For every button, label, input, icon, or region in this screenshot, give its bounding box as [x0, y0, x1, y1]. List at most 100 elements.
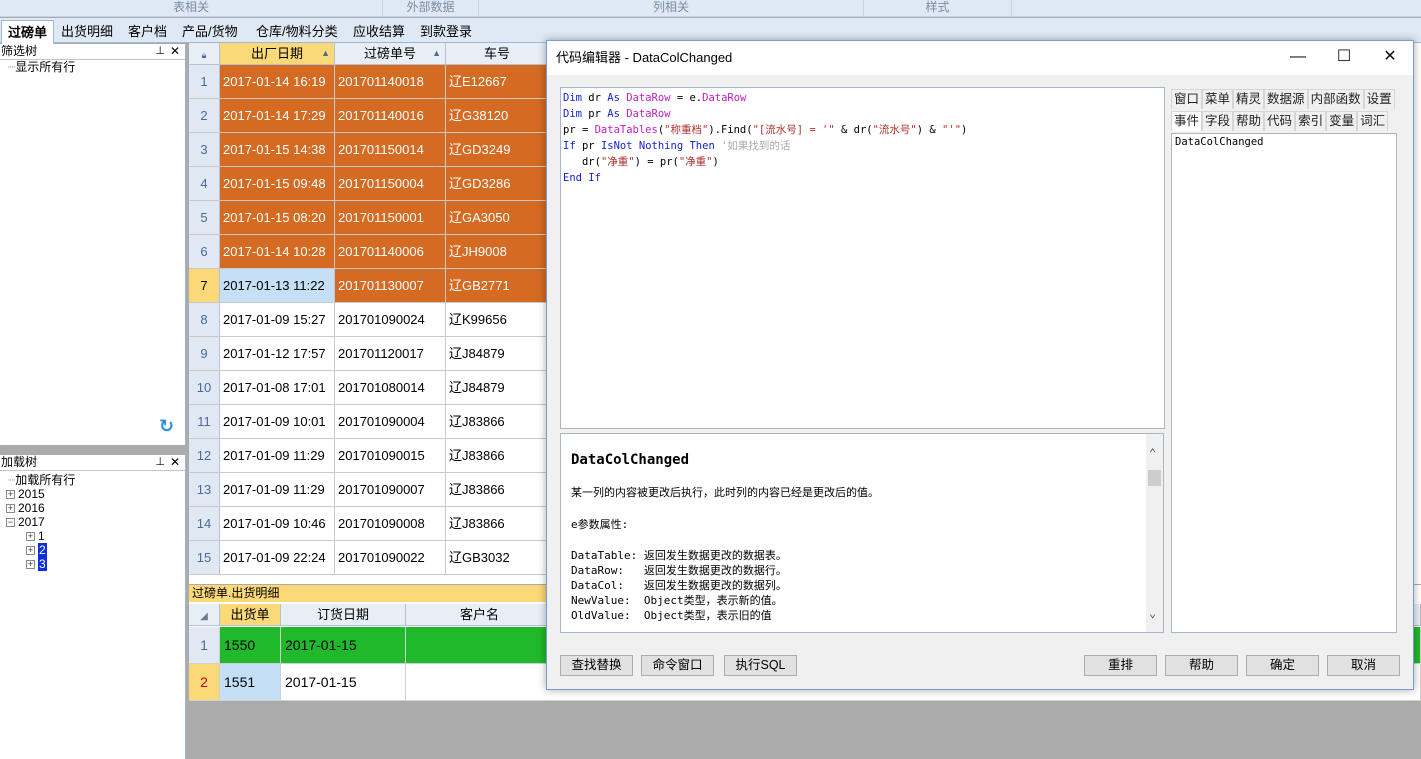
row-number[interactable]: 9 — [189, 337, 220, 371]
cell-date[interactable]: 2017-01-15 09:48 — [220, 167, 335, 201]
cell-bill-no[interactable]: 201701090008 — [335, 507, 446, 541]
cell-car-no[interactable]: 辽J83866 — [446, 473, 549, 507]
cell-bill-no[interactable]: 201701090022 — [335, 541, 446, 575]
tab-payment[interactable]: 到款登录 — [414, 20, 478, 43]
grid-corner[interactable]: 🔒︎ — [189, 43, 220, 65]
cell-bill-no[interactable]: 201701150014 — [335, 133, 446, 167]
tab-datasource[interactable]: 数据源 — [1264, 89, 1308, 109]
chevron-up-icon[interactable]: ⌃ — [1149, 446, 1156, 460]
row-number[interactable]: 13 — [189, 473, 220, 507]
row-number[interactable]: 5 — [189, 201, 220, 235]
table-row[interactable]: 3 2017-01-15 14:38 201701150014 辽GD3249 — [189, 133, 549, 167]
tab-product[interactable]: 产品/货物 — [176, 20, 244, 43]
list-item[interactable]: DataColChanged — [1175, 136, 1393, 148]
execute-sql-button[interactable]: 执行SQL — [724, 655, 797, 676]
reorder-button[interactable]: 重排 — [1084, 655, 1157, 676]
maximize-icon[interactable]: ☐ — [1321, 41, 1367, 75]
cell-car-no[interactable]: 辽GB2771 — [446, 269, 549, 303]
row-number[interactable]: 4 — [189, 167, 220, 201]
tab-weigh-bill[interactable]: 过磅单 — [1, 20, 55, 44]
cell-car-no[interactable]: 辽K99656 — [446, 303, 549, 337]
cell-car-no[interactable]: 辽JH9008 — [446, 235, 549, 269]
tab-shipment-detail[interactable]: 出货明细 — [55, 20, 119, 43]
tree-node-2015[interactable]: +2015 — [0, 487, 185, 501]
close-icon[interactable]: ✕ — [1367, 41, 1413, 75]
column-header-date[interactable]: 出厂日期 ▲ — [220, 43, 335, 65]
table-row[interactable]: 14 2017-01-09 10:46 201701090008 辽J83866 — [189, 507, 549, 541]
tab-code[interactable]: 代码 — [1264, 111, 1296, 131]
cell-car-no[interactable]: 辽J84879 — [446, 371, 549, 405]
table-row[interactable]: 4 2017-01-15 09:48 201701150004 辽GD3286 — [189, 167, 549, 201]
expand-icon[interactable]: + — [26, 532, 35, 542]
table-row[interactable]: 5 2017-01-15 08:20 201701150001 辽GA3050 — [189, 201, 549, 235]
cell-car-no[interactable]: 辽GD3286 — [446, 167, 549, 201]
cell-date[interactable]: 2017-01-12 17:57 — [220, 337, 335, 371]
vertical-scrollbar[interactable] — [1413, 43, 1421, 584]
cell-bill-no[interactable]: 201701090024 — [335, 303, 446, 337]
table-row[interactable]: 11 2017-01-09 10:01 201701090004 辽J83866 — [189, 405, 549, 439]
cell-date[interactable]: 2017-01-13 11:22 — [220, 269, 335, 303]
tree-node-2016[interactable]: +2016 — [0, 501, 185, 515]
tab-receivable[interactable]: 应收结算 — [347, 20, 411, 43]
dialog-title-bar[interactable]: 代码编辑器 - DataColChanged — ☐ ✕ — [547, 41, 1413, 75]
row-number[interactable]: 14 — [189, 507, 220, 541]
table-row[interactable]: 1 2017-01-14 16:19 201701140018 辽E12667 — [189, 65, 549, 99]
row-number[interactable]: 3 — [189, 133, 220, 167]
cell-date[interactable]: 2017-01-09 11:29 — [220, 439, 335, 473]
cell-bill-no[interactable]: 201701120017 — [335, 337, 446, 371]
close-icon[interactable]: ✕ — [170, 44, 180, 59]
cell-bill-no[interactable]: 201701090007 — [335, 473, 446, 507]
cell-car-no[interactable]: 辽GA3050 — [446, 201, 549, 235]
cell-order-date[interactable]: 2017-01-15 — [281, 627, 406, 664]
ok-button[interactable]: 确定 — [1246, 655, 1319, 676]
row-number[interactable]: 7 — [189, 269, 220, 303]
cell-date[interactable]: 2017-01-09 11:29 — [220, 473, 335, 507]
cell-bill-no[interactable]: 201701140016 — [335, 99, 446, 133]
tab-menu[interactable]: 菜单 — [1202, 89, 1234, 109]
expand-icon[interactable]: + — [26, 560, 35, 570]
code-editor[interactable]: Dim dr As DataRow = e.DataRow Dim pr As … — [560, 87, 1165, 429]
table-row[interactable]: 13 2017-01-09 11:29 201701090007 辽J83866 — [189, 473, 549, 507]
cell-bill-no[interactable]: 201701150004 — [335, 167, 446, 201]
row-number[interactable]: 10 — [189, 371, 220, 405]
cell-car-no[interactable]: 辽G38120 — [446, 99, 549, 133]
pin-icon[interactable]: ⊥ — [155, 455, 165, 470]
cell-date[interactable]: 2017-01-09 10:46 — [220, 507, 335, 541]
expand-icon[interactable]: + — [6, 490, 15, 500]
table-row[interactable]: 12 2017-01-09 11:29 201701090015 辽J83866 — [189, 439, 549, 473]
cell-date[interactable]: 2017-01-15 14:38 — [220, 133, 335, 167]
tree-node-all-rows[interactable]: ┈显示所有行 — [0, 60, 185, 74]
table-row[interactable]: 7 2017-01-13 11:22 201701130007 辽GB2771 — [189, 269, 549, 303]
row-number[interactable]: 6 — [189, 235, 220, 269]
tree-node-month-3[interactable]: +3 — [0, 557, 185, 571]
cell-shipment[interactable]: 1550 — [220, 627, 281, 664]
cell-date[interactable]: 2017-01-08 17:01 — [220, 371, 335, 405]
table-row[interactable]: 8 2017-01-09 15:27 201701090024 辽K99656 — [189, 303, 549, 337]
row-number[interactable]: 2 — [189, 664, 220, 701]
cell-bill-no[interactable]: 201701080014 — [335, 371, 446, 405]
command-window-button[interactable]: 命令窗口 — [641, 655, 714, 676]
cell-car-no[interactable]: 辽GD3249 — [446, 133, 549, 167]
expand-icon[interactable]: + — [26, 546, 35, 556]
detail-column-order-date[interactable]: 订货日期 — [281, 604, 406, 626]
tab-index[interactable]: 索引 — [1295, 111, 1327, 131]
cell-date[interactable]: 2017-01-14 10:28 — [220, 235, 335, 269]
close-icon[interactable]: ✕ — [170, 455, 180, 470]
help-scrollbar[interactable]: ⌃ ⌄ — [1146, 434, 1163, 632]
tab-customer[interactable]: 客户档 — [122, 20, 173, 43]
table-row[interactable]: 10 2017-01-08 17:01 201701080014 辽J84879 — [189, 371, 549, 405]
scroll-thumb[interactable] — [1148, 470, 1161, 486]
row-number[interactable]: 8 — [189, 303, 220, 337]
refresh-icon[interactable]: ↻ — [159, 417, 175, 435]
cell-bill-no[interactable]: 201701140006 — [335, 235, 446, 269]
collapse-icon[interactable]: − — [6, 518, 15, 528]
cell-date[interactable]: 2017-01-09 10:01 — [220, 405, 335, 439]
row-number[interactable]: 12 — [189, 439, 220, 473]
row-number[interactable]: 11 — [189, 405, 220, 439]
pin-icon[interactable]: ⊥ — [155, 44, 165, 59]
cell-car-no[interactable]: 辽J83866 — [446, 507, 549, 541]
expand-icon[interactable]: + — [6, 504, 15, 514]
help-button[interactable]: 帮助 — [1165, 655, 1238, 676]
table-row[interactable]: 9 2017-01-12 17:57 201701120017 辽J84879 — [189, 337, 549, 371]
detail-grid-corner[interactable]: ◢ — [189, 604, 220, 626]
